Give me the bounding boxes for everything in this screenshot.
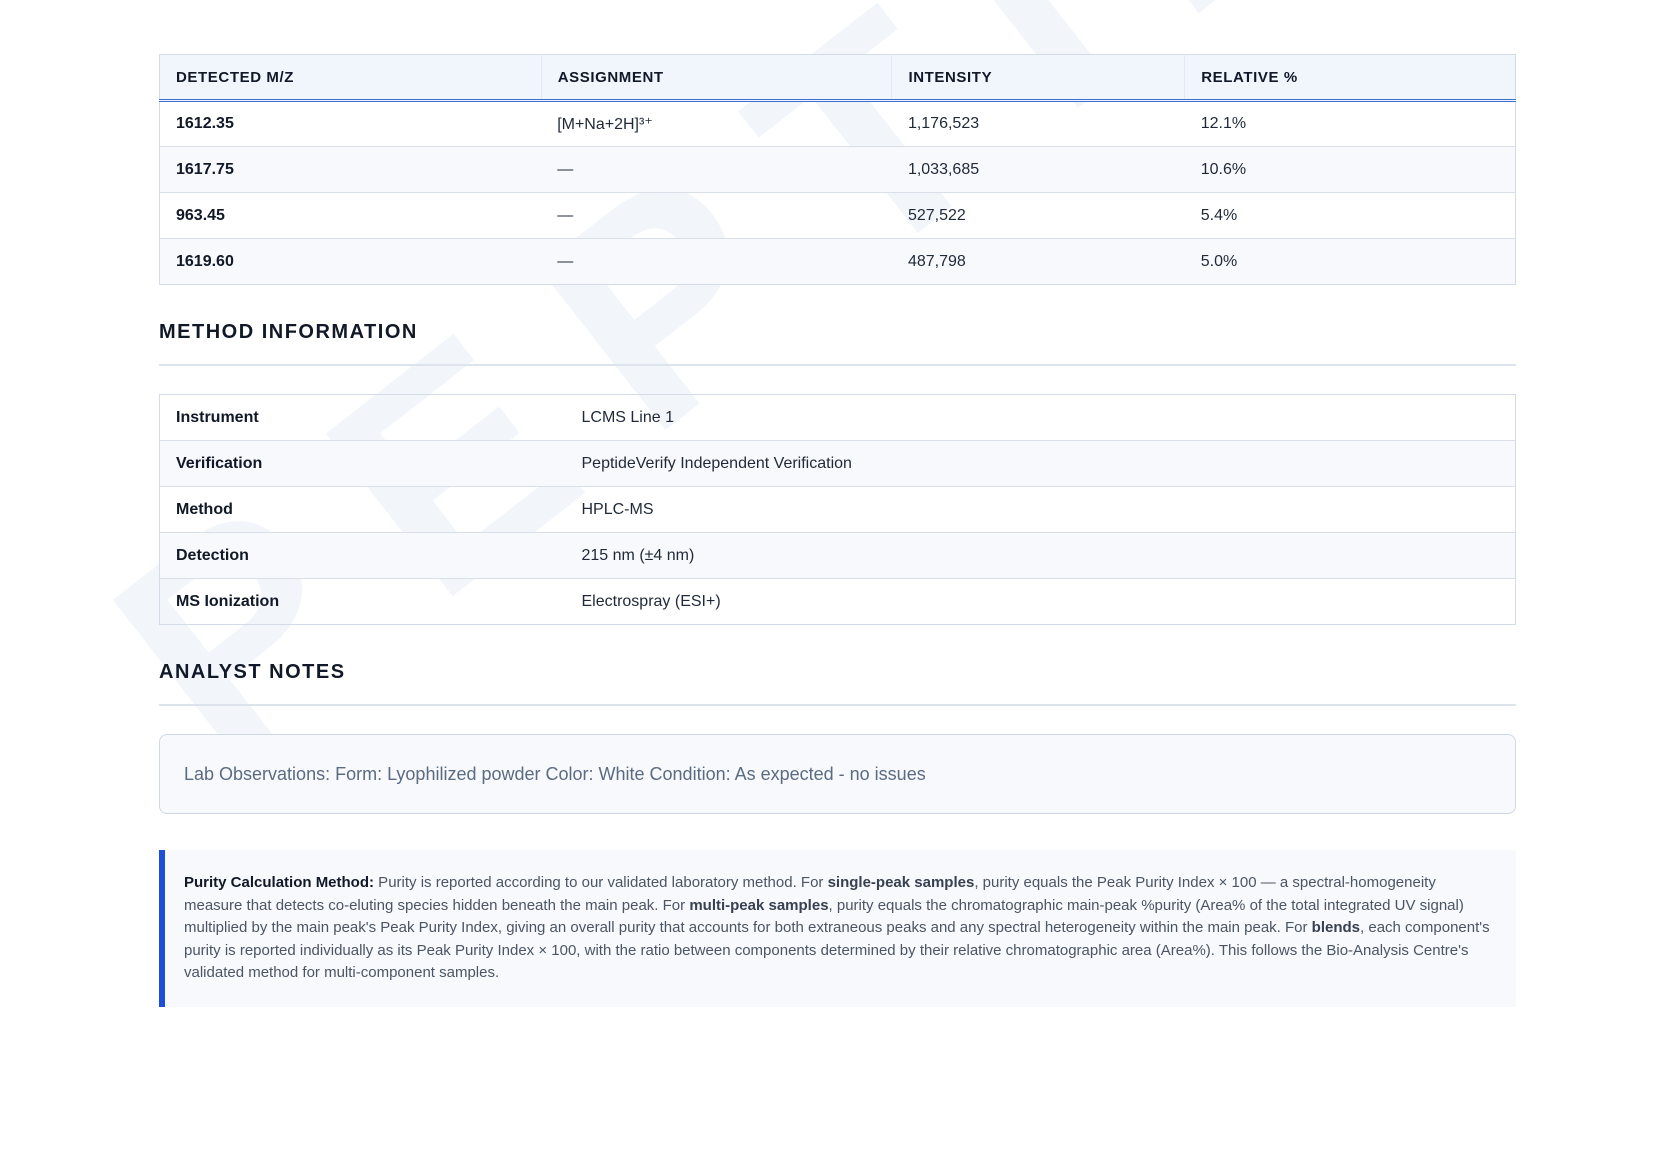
purity-bold-single-peak: single-peak samples	[827, 874, 975, 891]
analyst-notes-heading: ANALYST NOTES	[159, 661, 1516, 706]
peaks-table: DETECTED M/Z ASSIGNMENT INTENSITY RELATI…	[159, 54, 1516, 285]
table-row: MS Ionization Electrospray (ESI+)	[159, 578, 1516, 625]
cell-relative: 5.4%	[1184, 192, 1516, 239]
col-header-relative: RELATIVE %	[1184, 54, 1516, 102]
analyst-notes-text: Lab Observations: Form: Lyophilized powd…	[184, 763, 926, 784]
cell-assignment: —	[541, 238, 892, 285]
report-page: DETECTED M/Z ASSIGNMENT INTENSITY RELATI…	[159, 54, 1516, 1007]
purity-text-1: Purity is reported according to our vali…	[374, 874, 828, 891]
col-header-mz: DETECTED M/Z	[159, 54, 542, 102]
table-row: Method HPLC-MS	[159, 486, 1516, 533]
cell-mz: 963.45	[159, 192, 542, 239]
purity-calculation-note: Purity Calculation Method: Purity is rep…	[159, 850, 1516, 1007]
method-value: LCMS Line 1	[581, 408, 675, 426]
table-row: Instrument LCMS Line 1	[160, 395, 1516, 441]
cell-mz: 1619.60	[159, 238, 542, 285]
cell-intensity: 1,176,523	[891, 100, 1185, 147]
cell-relative: 10.6%	[1184, 146, 1516, 193]
purity-calculation-label: Purity Calculation Method:	[184, 874, 375, 891]
col-header-assignment: ASSIGNMENT	[541, 54, 893, 102]
cell-mz: 1612.35	[159, 100, 542, 147]
method-value: HPLC-MS	[565, 486, 1516, 533]
purity-bold-blends: blends	[1311, 919, 1361, 937]
table-row: 1617.75 — 1,033,685 10.6%	[159, 146, 1516, 193]
method-value: Electrospray (ESI+)	[565, 578, 1516, 625]
method-key: Verification	[159, 440, 566, 487]
cell-relative: 5.0%	[1184, 238, 1516, 285]
method-info-table: Instrument LCMS Line 1 Verification Pept…	[159, 394, 1516, 625]
cell-assignment: [M+Na+2H]³⁺	[541, 100, 892, 147]
table-row: Verification PeptideVerify Independent V…	[159, 440, 1516, 487]
cell-relative: 12.1%	[1184, 100, 1516, 147]
table-row: 1612.35 [M+Na+2H]³⁺ 1,176,523 12.1%	[159, 100, 1516, 147]
purity-calculation-text: Purity Calculation Method: Purity is rep…	[184, 872, 1492, 985]
method-value: PeptideVerify Independent Verification	[565, 440, 1516, 487]
cell-intensity: 1,033,685	[891, 146, 1185, 193]
analyst-notes-box: Lab Observations: Form: Lyophilized powd…	[159, 734, 1516, 814]
method-key: Detection	[159, 532, 566, 579]
cell-intensity: 527,522	[891, 192, 1185, 239]
col-header-intensity: INTENSITY	[891, 54, 1186, 102]
method-key: MS Ionization	[159, 578, 566, 625]
cell-assignment: —	[541, 146, 892, 193]
cell-mz: 1617.75	[159, 146, 542, 193]
table-row: Detection 215 nm (±4 nm)	[159, 532, 1516, 579]
method-value: 215 nm (±4 nm)	[565, 532, 1516, 579]
purity-bold-multi-peak: multi-peak samples	[689, 896, 829, 914]
cell-assignment: —	[541, 192, 892, 239]
cell-intensity: 487,798	[891, 238, 1185, 285]
method-key: Method	[159, 486, 566, 533]
table-row: 963.45 — 527,522 5.4%	[159, 192, 1516, 239]
method-info-heading: METHOD INFORMATION	[159, 321, 1516, 366]
table-row: 1619.60 — 487,798 5.0%	[159, 238, 1516, 285]
peaks-header-row: DETECTED M/Z ASSIGNMENT INTENSITY RELATI…	[159, 54, 1516, 102]
method-key: Instrument	[176, 408, 259, 426]
